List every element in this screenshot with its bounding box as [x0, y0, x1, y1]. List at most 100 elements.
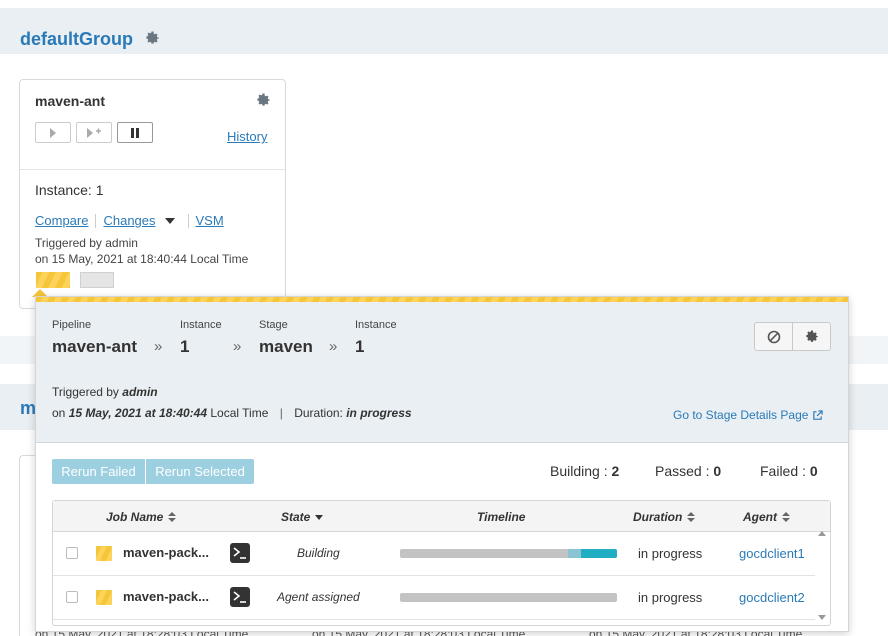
stage-building-indicator[interactable]: [36, 272, 70, 288]
column-duration-label: Duration: [633, 510, 683, 524]
job-status-icon: [96, 546, 112, 561]
job-state: Building: [297, 546, 340, 560]
background-group-title: m: [20, 398, 37, 418]
table-row: maven-pack... Building in progress gocdc…: [53, 532, 815, 576]
instance-label: Instance: [180, 319, 222, 331]
stage-details-link[interactable]: Go to Stage Details Page: [673, 408, 824, 422]
job-duration: in progress: [638, 546, 703, 561]
changes-link[interactable]: Changes: [103, 213, 155, 228]
job-timeline: [400, 593, 617, 602]
stage-settings-button[interactable]: [792, 323, 830, 350]
popup-triggered-on: on 15 May, 2021 at 18:40:44 Local Time |…: [52, 406, 412, 420]
card-divider: [20, 169, 285, 170]
scroll-up-icon[interactable]: [818, 531, 826, 536]
instance-label: Instance: 1: [35, 182, 104, 198]
stage-label: Stage: [259, 319, 288, 331]
sort-icon: [168, 512, 177, 522]
column-timeline-label: Timeline: [477, 510, 526, 524]
triggered-by-prefix: Triggered by: [52, 385, 123, 399]
chevron-right-icon: »: [233, 338, 242, 355]
column-job-name[interactable]: Job Name: [106, 510, 177, 524]
stage-details-label: Go to Stage Details Page: [673, 408, 809, 422]
jobs-table: Job Name State Timeline Duration Agent m…: [52, 500, 831, 626]
column-agent-label: Agent: [743, 510, 777, 524]
column-duration[interactable]: Duration: [633, 510, 696, 524]
scroll-down-icon[interactable]: [818, 615, 826, 620]
jobs-scrollbar[interactable]: [814, 527, 831, 623]
stage-instance-label: Instance: [355, 319, 397, 331]
stage-actions: [754, 322, 831, 351]
popup-header: Pipeline Instance Stage Instance maven-a…: [36, 302, 848, 443]
building-count-label: Building :: [550, 463, 612, 479]
divider: |: [279, 406, 283, 420]
stage-details-popup: Pipeline Instance Stage Instance maven-a…: [35, 296, 849, 632]
job-status-icon: [96, 590, 112, 605]
failed-count-value: 0: [809, 463, 818, 479]
row-checkbox[interactable]: [66, 547, 78, 559]
rerun-selected-button[interactable]: Rerun Selected: [146, 459, 254, 484]
instance-value: 1: [180, 337, 190, 356]
group-header: defaultGroup: [0, 8, 888, 54]
rerun-failed-button[interactable]: Rerun Failed: [52, 459, 145, 484]
timeline-building-segment: [581, 549, 617, 558]
passed-count-label: Passed :: [655, 463, 714, 479]
trigger-datetime: 15 May, 2021 at 18:40:44: [68, 406, 208, 420]
job-agent-link[interactable]: gocdclient1: [739, 546, 805, 561]
history-link[interactable]: History: [227, 129, 267, 144]
stage-pending-indicator[interactable]: [80, 272, 114, 288]
cancel-icon: [767, 330, 780, 343]
row-checkbox[interactable]: [66, 591, 78, 603]
column-timeline: Timeline: [477, 510, 525, 524]
triggered-by: Triggered by admin: [35, 236, 138, 250]
sort-icon: [687, 512, 696, 522]
building-count: Building : 2: [550, 463, 619, 479]
console-icon[interactable]: [230, 543, 250, 563]
job-duration: in progress: [638, 590, 703, 605]
chevron-right-icon: »: [329, 338, 338, 355]
failed-count: Failed : 0: [760, 463, 818, 479]
stage-instance-value: 1: [355, 337, 365, 356]
popup-triggered-by: Triggered by admin: [52, 385, 158, 399]
failed-count-label: Failed :: [760, 463, 810, 479]
column-state[interactable]: State: [281, 510, 324, 524]
job-name[interactable]: maven-pack...: [123, 589, 209, 604]
duration-value: in progress: [346, 406, 412, 420]
console-icon[interactable]: [230, 587, 250, 607]
chevron-right-icon: »: [154, 338, 163, 355]
external-link-icon: [813, 409, 824, 420]
trigger-with-options-button[interactable]: [76, 122, 112, 143]
sort-down-icon: [315, 514, 324, 520]
pause-icon: [131, 127, 139, 138]
column-agent[interactable]: Agent: [743, 510, 790, 524]
pipeline-value: maven-ant: [52, 337, 138, 356]
cancel-stage-button[interactable]: [755, 323, 792, 350]
pipeline-label: Pipeline: [52, 319, 92, 331]
pause-button[interactable]: [117, 122, 153, 143]
triggered-on: on 15 May, 2021 at 18:40:44 Local Time: [35, 252, 249, 266]
caret-down-icon[interactable]: [164, 217, 175, 224]
building-count-value: 2: [611, 463, 620, 479]
timeline-waiting-segment: [568, 549, 581, 558]
group-title[interactable]: defaultGroup: [20, 29, 133, 50]
column-state-label: State: [281, 510, 311, 524]
job-name[interactable]: maven-pack...: [123, 545, 209, 560]
job-state: Agent assigned: [277, 590, 360, 604]
jobs-table-header: Job Name State Timeline Duration Agent: [53, 501, 830, 532]
local-time-label: Local Time: [207, 406, 269, 420]
table-row: maven-pack... Agent assigned in progress…: [53, 576, 815, 620]
play-with-options-icon: [87, 127, 101, 138]
on-prefix: on: [52, 406, 69, 420]
gear-icon[interactable]: [145, 31, 160, 46]
instance-links: Compare Changes VSM: [35, 213, 224, 228]
play-icon: [50, 127, 56, 138]
trigger-button[interactable]: [35, 122, 71, 143]
job-agent-link[interactable]: gocdclient2: [739, 590, 805, 605]
triggered-by-user: admin: [122, 385, 158, 399]
sort-icon: [782, 512, 790, 522]
stage-value: maven: [259, 337, 313, 356]
passed-count-value: 0: [713, 463, 722, 479]
gear-icon[interactable]: [256, 93, 271, 108]
passed-count: Passed : 0: [655, 463, 721, 479]
compare-link[interactable]: Compare: [35, 213, 88, 228]
vsm-link[interactable]: VSM: [196, 213, 224, 228]
